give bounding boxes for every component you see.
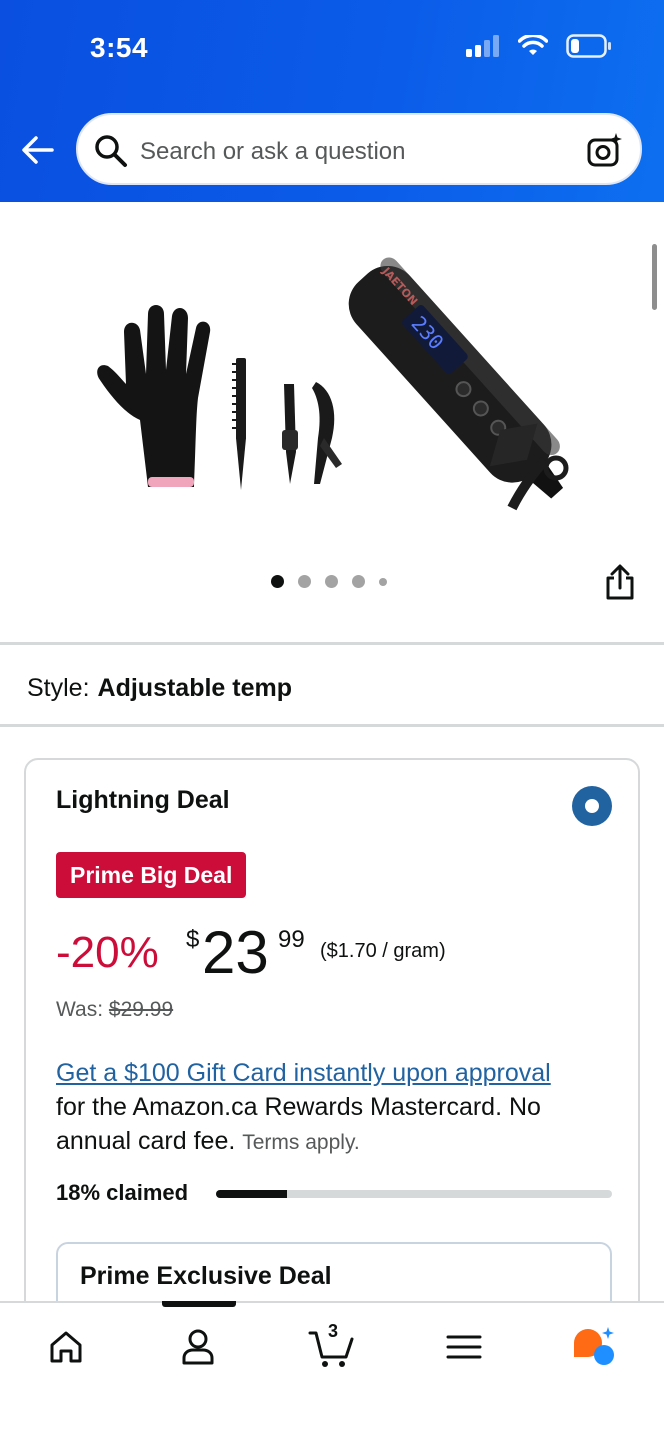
search-input[interactable]: Search or ask a question (140, 138, 406, 166)
search-icon (95, 135, 127, 167)
menu-icon[interactable] (442, 1325, 486, 1369)
lightning-deal-card[interactable]: Lightning Deal Prime Big Deal -20% $ 23 … (24, 758, 640, 1362)
tail-comb (232, 358, 246, 490)
search-bar[interactable]: Search or ask a question (76, 113, 642, 185)
glove-cuff (148, 477, 194, 487)
claimed-progress-fill (216, 1190, 288, 1198)
carousel-dots (271, 575, 387, 588)
unit-price: ($1.70 / gram) (320, 940, 446, 962)
scroll-indicator (652, 244, 657, 310)
section-divider (0, 642, 664, 645)
wifi-icon (518, 35, 548, 55)
claimed-progress-bar (216, 1190, 612, 1198)
prime-big-deal-badge: Prime Big Deal (56, 852, 247, 898)
carousel-dot (352, 575, 365, 588)
duckbill-clip (282, 384, 298, 484)
heat-glove (97, 305, 211, 487)
camera-icon[interactable] (586, 131, 624, 169)
card-promo: Get a $100 Gift Card instantly upon appr… (56, 1056, 616, 1160)
carousel-dot (298, 575, 311, 588)
cellular-signal-icon (466, 35, 499, 57)
battery-icon (566, 34, 611, 58)
curling-iron: 230 JAETON (348, 257, 564, 499)
price-currency: $ (186, 926, 200, 953)
claimed-label: 18% claimed (56, 1180, 189, 1205)
terms-link[interactable]: Terms apply. (242, 1131, 359, 1154)
price-fraction: 99 (278, 926, 305, 953)
bottom-navigation: 3 (0, 1301, 664, 1440)
app-header: 3:54 Search or ask a question (0, 0, 664, 202)
was-price: Was: $29.99 (56, 998, 173, 1022)
style-selector[interactable]: Style: Adjustable temp (27, 674, 292, 703)
status-icons (466, 34, 612, 58)
alligator-clip (312, 382, 342, 484)
style-value: Adjustable temp (97, 674, 293, 702)
home-icon[interactable] (44, 1325, 88, 1369)
section-divider (0, 724, 664, 727)
was-label: Was: (56, 998, 104, 1021)
deal-radio-selected[interactable] (572, 786, 612, 826)
carousel-dot (325, 575, 338, 588)
share-icon[interactable] (604, 564, 636, 600)
back-arrow-icon[interactable] (20, 132, 56, 168)
active-tab-indicator (162, 1301, 236, 1307)
was-price-value: $29.99 (108, 998, 174, 1021)
account-icon[interactable] (176, 1325, 220, 1369)
assistant-icon[interactable] (570, 1325, 614, 1369)
cart-button[interactable]: 3 (308, 1321, 358, 1369)
deal-title: Lightning Deal (56, 786, 230, 814)
style-label: Style: (27, 674, 90, 702)
cart-count-badge: 3 (328, 1321, 339, 1341)
price-whole: 23 (202, 919, 269, 986)
carousel-dot-active (271, 575, 284, 588)
discount-percent: -20% (56, 928, 159, 977)
sub-card-title: Prime Exclusive Deal (80, 1262, 332, 1290)
carousel-dot (379, 577, 387, 586)
status-time: 3:54 (90, 32, 149, 63)
gift-card-offer-link[interactable]: Get a $100 Gift Card instantly upon appr… (56, 1056, 616, 1090)
